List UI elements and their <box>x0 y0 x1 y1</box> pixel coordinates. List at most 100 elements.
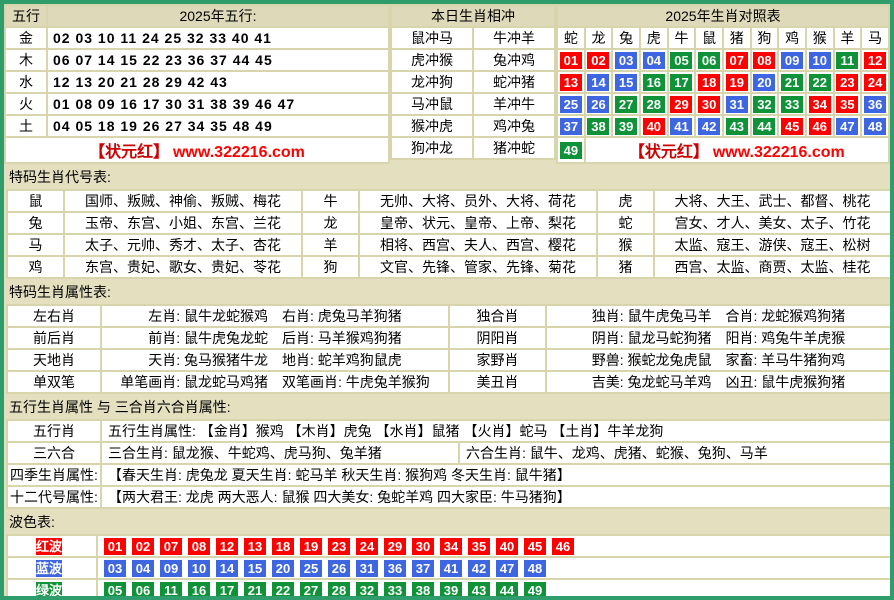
number-chip: 28 <box>643 96 665 113</box>
website-link[interactable]: www.322216.com <box>713 144 845 161</box>
wave-label-cell: 蓝波 <box>8 558 96 578</box>
zodiac-name-cell: 猪 <box>724 28 750 48</box>
element-numbers-cell: 01 08 09 16 17 30 31 38 39 46 47 <box>48 94 388 114</box>
wave-number-chip: 07 <box>160 538 182 555</box>
wave-number-chip: 21 <box>244 582 266 599</box>
number-chip: 17 <box>670 74 692 91</box>
zodiac-number-cell: 30 <box>696 94 722 114</box>
number-chip: 21 <box>781 74 803 91</box>
number-chip: 30 <box>698 96 720 113</box>
element-cell: 木 <box>6 50 46 70</box>
wave-label-chip: 绿波 <box>36 582 62 599</box>
wuxing-attr-content-cell: 【春天生肖: 虎兔龙 夏天生肖: 蛇马羊 秋天生肖: 猴狗鸡 冬天生肖: 鼠牛猪… <box>102 465 890 485</box>
zodiac-header-row: 2025年生肖对照表 <box>558 6 888 26</box>
clash-row: 马冲鼠羊冲牛 <box>392 94 554 114</box>
wave-number-chip: 05 <box>104 582 126 599</box>
number-chip: 04 <box>643 52 665 69</box>
clash-cell: 猪冲蛇 <box>474 138 554 158</box>
zodiac-number-cell: 32 <box>752 94 778 114</box>
element-numbers-cell: 06 07 14 15 22 23 36 37 44 45 <box>48 50 388 70</box>
attr-label-cell: 美丑肖 <box>450 372 545 392</box>
clash-cell: 牛冲羊 <box>474 28 554 48</box>
zodiac-number-cell: 45 <box>779 116 805 136</box>
number-chip: 13 <box>560 74 582 91</box>
zodiac-number-cell: 31 <box>724 94 750 114</box>
zodiac-number-cell: 48 <box>862 116 888 136</box>
wave-number-chip: 45 <box>524 538 546 555</box>
wave-number-chip: 34 <box>440 538 462 555</box>
zodiac-number-cell: 10 <box>807 50 833 70</box>
element-cell: 火 <box>6 94 46 114</box>
attr-label-cell: 单双笔 <box>8 372 100 392</box>
zodiac-number-cell: 12 <box>862 50 888 70</box>
wave-row: 蓝波03040910141520252631363741424748 <box>8 558 890 578</box>
zodiac-number-cell: 41 <box>669 116 695 136</box>
zodiac-number-cell: 04 <box>641 50 667 70</box>
number-chip: 45 <box>781 118 803 135</box>
wave-number-chip: 10 <box>188 560 210 577</box>
codename-row: 马太子、元帅、秀才、太子、杏花羊相将、西宫、夫人、西宫、樱花猴太监、寇王、游侠、… <box>8 235 890 255</box>
codename-row: 兔玉帝、东宫、小姐、东宫、兰花龙皇帝、状元、皇帝、上帝、梨花蛇宫女、才人、美女、… <box>8 213 890 233</box>
attr-content-cell: 独肖: 鼠牛虎兔马羊 合肖: 龙蛇猴鸡狗猪 <box>547 306 890 326</box>
brand-name-text: 【状元红】 <box>89 144 169 161</box>
zodiac-chart-title: 2025年生肖对照表 <box>558 6 888 26</box>
wuxing-attr-label-cell: 四季生肖属性: <box>8 465 100 485</box>
wuxing-row: 水12 13 20 21 28 29 42 43 <box>6 72 388 92</box>
codename-names-cell: 无帅、大将、员外、大将、荷花 <box>360 191 596 211</box>
number-chip: 11 <box>836 52 858 69</box>
number-chip: 38 <box>587 118 609 135</box>
zodiac-number-cell: 09 <box>779 50 805 70</box>
zodiac-name-cell: 兔 <box>613 28 639 48</box>
wuxing-footer-row: 【状元红】 www.322216.com <box>6 138 388 162</box>
wuxing-attr-row: 四季生肖属性:【春天生肖: 虎兔龙 夏天生肖: 蛇马羊 秋天生肖: 猴狗鸡 冬天… <box>8 465 890 485</box>
wave-number-chip: 28 <box>328 582 350 599</box>
codename-names-cell: 东宫、贵妃、歌女、贵妃、苓花 <box>65 257 301 277</box>
wuxing-attr-section-label: 五行生肖属性 与 三合肖六合肖属性: <box>4 394 890 419</box>
wave-number-chip: 35 <box>468 538 490 555</box>
codename-row: 鸡东宫、贵妃、歌女、贵妃、苓花狗文官、先锋、管家、先锋、菊花猪西宫、太监、商贾、… <box>8 257 890 277</box>
wave-number-chip: 26 <box>328 560 350 577</box>
wuxing-header-row: 五行2025年五行: <box>6 6 388 26</box>
wave-number-chip: 38 <box>412 582 434 599</box>
wuxing-attr-content-cell: 六合生肖: 鼠牛、龙鸡、虎猪、蛇猴、兔狗、马羊 <box>460 443 890 463</box>
number-chip: 31 <box>726 96 748 113</box>
number-chip: 10 <box>809 52 831 69</box>
attr-label-cell: 左右肖 <box>8 306 100 326</box>
codename-zodiac-cell: 猪 <box>598 257 653 277</box>
number-chip: 40 <box>643 118 665 135</box>
element-numbers-cell: 04 05 18 19 26 27 34 35 48 49 <box>48 116 388 136</box>
wuxing-attr-content-cell: 三合生肖: 鼠龙猴、牛蛇鸡、虎马狗、兔羊猪 <box>102 443 458 463</box>
wave-section-label: 波色表: <box>4 509 890 534</box>
number-chip: 29 <box>670 96 692 113</box>
wuxing-number-table: 五行2025年五行:金02 03 10 11 24 25 32 33 40 41… <box>4 4 390 164</box>
number-chip: 05 <box>670 52 692 69</box>
wave-number-chip: 43 <box>468 582 490 599</box>
clash-cell: 兔冲鸡 <box>474 50 554 70</box>
wave-label-cell: 红波 <box>8 536 96 556</box>
clash-cell: 龙冲狗 <box>392 72 472 92</box>
attr-label-cell: 前后肖 <box>8 328 100 348</box>
number-chip: 44 <box>753 118 775 135</box>
wave-number-chip: 32 <box>356 582 378 599</box>
attr-content-cell: 天肖: 兔马猴猪牛龙 地肖: 蛇羊鸡狗鼠虎 <box>102 350 448 370</box>
wave-number-chip: 24 <box>356 538 378 555</box>
zodiac-number-cell: 08 <box>752 50 778 70</box>
number-chip: 19 <box>726 74 748 91</box>
zodiac-name-cell: 鼠 <box>696 28 722 48</box>
codename-zodiac-cell: 虎 <box>598 191 653 211</box>
codename-names-cell: 文官、先锋、管家、先锋、菊花 <box>360 257 596 277</box>
zodiac-name-cell: 牛 <box>669 28 695 48</box>
number-chip: 02 <box>587 52 609 69</box>
codename-zodiac-cell: 龙 <box>303 213 358 233</box>
number-chip: 06 <box>698 52 720 69</box>
website-link[interactable]: www.322216.com <box>173 144 305 161</box>
zodiac-number-cell: 06 <box>696 50 722 70</box>
wuxing-attr-row: 三六合三合生肖: 鼠龙猴、牛蛇鸡、虎马狗、兔羊猪六合生肖: 鼠牛、龙鸡、虎猪、蛇… <box>8 443 890 463</box>
zodiac-name-cell: 羊 <box>835 28 861 48</box>
number-chip: 47 <box>836 118 858 135</box>
wave-number-chip: 49 <box>524 582 546 599</box>
zodiac-number-cell: 24 <box>862 72 888 92</box>
wave-number-chip: 36 <box>384 560 406 577</box>
codename-zodiac-cell: 兔 <box>8 213 63 233</box>
number-chip: 49 <box>560 142 582 159</box>
